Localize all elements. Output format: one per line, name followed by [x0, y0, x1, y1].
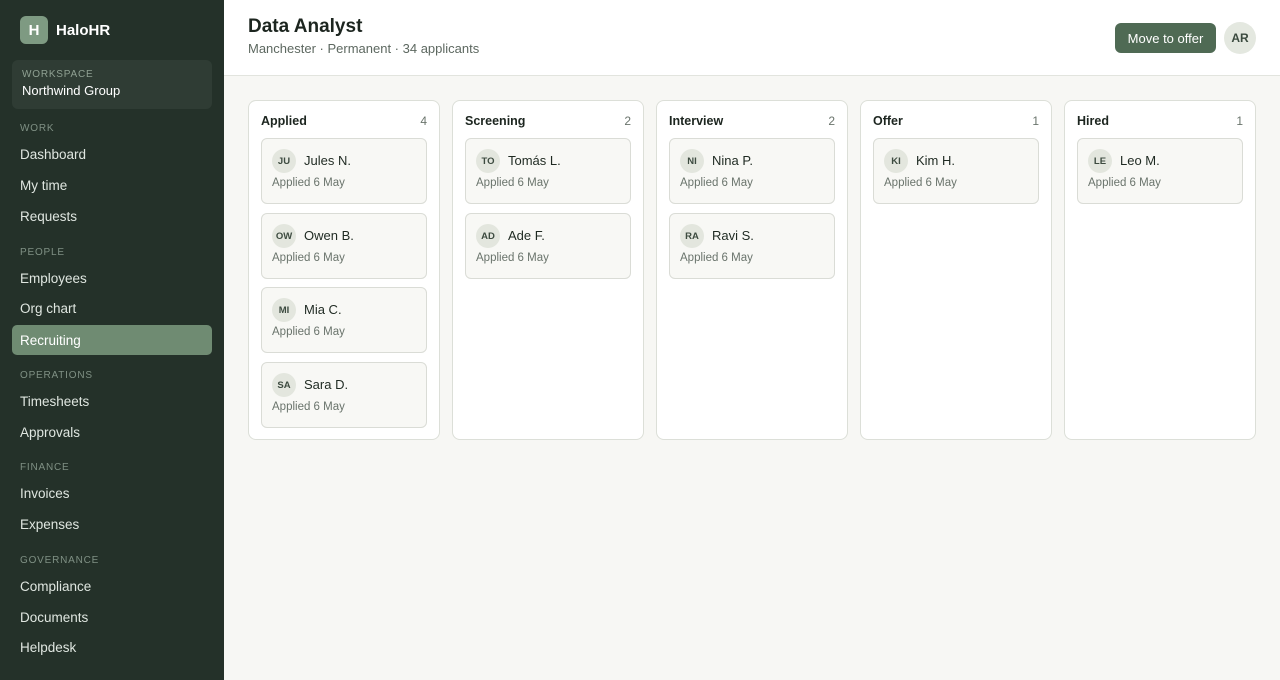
column-count: 1	[1032, 114, 1039, 128]
candidate-avatar: SA	[272, 373, 296, 397]
sidebar-item-my-time[interactable]: My time	[12, 170, 212, 200]
candidate-card[interactable]: NI Nina P. Applied 6 May	[669, 138, 835, 204]
candidate-avatar: KI	[884, 149, 908, 173]
workspace-switcher[interactable]: WORKSPACE Northwind Group	[12, 60, 212, 109]
candidate-name: Owen B.	[304, 228, 354, 243]
move-to-offer-button[interactable]: Move to offer	[1115, 23, 1216, 53]
candidate-avatar: LE	[1088, 149, 1112, 173]
candidate-applied-date: Applied 6 May	[680, 252, 753, 264]
candidate-applied-date: Applied 6 May	[680, 177, 753, 189]
sidebar-item-helpdesk[interactable]: Helpdesk	[12, 632, 212, 662]
sidebar-item-approvals[interactable]: Approvals	[12, 417, 212, 447]
sidebar-item-timesheets[interactable]: Timesheets	[12, 386, 212, 416]
candidate-name: Leo M.	[1120, 153, 1160, 168]
workspace-name: Northwind Group	[22, 83, 121, 98]
nav-section-governance: GOVERNANCE	[20, 555, 100, 566]
candidate-applied-date: Applied 6 May	[272, 326, 345, 338]
sidebar-item-recruiting[interactable]: Recruiting	[12, 325, 212, 355]
candidate-avatar: OW	[272, 224, 296, 248]
candidate-name: Sara D.	[304, 377, 349, 392]
column-applied: Applied 4 JU Jules N. Applied 6 May OW O…	[248, 100, 440, 440]
candidate-avatar: MI	[272, 298, 296, 322]
page-title: Data Analyst	[248, 16, 363, 37]
column-screening: Screening 2 TO Tomás L. Applied 6 May AD…	[452, 100, 644, 440]
workspace-label: WORKSPACE	[22, 69, 94, 80]
sidebar-item-invoices[interactable]: Invoices	[12, 478, 212, 508]
sidebar-item-expenses[interactable]: Expenses	[12, 509, 212, 539]
brand-name: HaloHR	[56, 21, 111, 39]
candidate-applied-date: Applied 6 May	[272, 177, 345, 189]
candidate-name: Jules N.	[304, 153, 351, 168]
sidebar-item-compliance[interactable]: Compliance	[12, 571, 212, 601]
candidate-avatar: JU	[272, 149, 296, 173]
candidate-applied-date: Applied 6 May	[476, 177, 549, 189]
column-title: Applied	[261, 114, 307, 128]
candidate-card[interactable]: TO Tomás L. Applied 6 May	[465, 138, 631, 204]
candidate-applied-date: Applied 6 May	[272, 401, 345, 413]
candidate-card[interactable]: JU Jules N. Applied 6 May	[261, 138, 427, 204]
candidate-card[interactable]: RA Ravi S. Applied 6 May	[669, 213, 835, 279]
candidate-card[interactable]: OW Owen B. Applied 6 May	[261, 213, 427, 279]
candidate-name: Mia C.	[304, 302, 342, 317]
page-subtitle: Manchester · Permanent · 34 applicants	[248, 41, 480, 56]
nav-section-operations: OPERATIONS	[20, 370, 93, 381]
page-header: Data Analyst Manchester · Permanent · 34…	[224, 0, 1280, 76]
column-interview: Interview 2 NI Nina P. Applied 6 May RA …	[656, 100, 848, 440]
brand[interactable]: H HaloHR	[20, 16, 110, 44]
candidate-applied-date: Applied 6 May	[1088, 177, 1161, 189]
nav-section-finance: FINANCE	[20, 462, 70, 473]
candidate-applied-date: Applied 6 May	[476, 252, 549, 264]
candidate-card[interactable]: KI Kim H. Applied 6 May	[873, 138, 1039, 204]
candidate-avatar: AD	[476, 224, 500, 248]
sidebar-item-requests[interactable]: Requests	[12, 201, 212, 231]
sidebar-item-documents[interactable]: Documents	[12, 602, 212, 632]
column-count: 2	[624, 114, 631, 128]
brand-logo: H	[20, 16, 48, 44]
candidate-applied-date: Applied 6 May	[884, 177, 957, 189]
candidate-name: Nina P.	[712, 153, 753, 168]
candidate-card[interactable]: MI Mia C. Applied 6 May	[261, 287, 427, 353]
candidate-card[interactable]: AD Ade F. Applied 6 May	[465, 213, 631, 279]
candidate-applied-date: Applied 6 May	[272, 252, 345, 264]
candidate-card[interactable]: LE Leo M. Applied 6 May	[1077, 138, 1243, 204]
candidate-name: Tomás L.	[508, 153, 561, 168]
sidebar-item-dashboard[interactable]: Dashboard	[12, 139, 212, 169]
sidebar-item-org-chart[interactable]: Org chart	[12, 293, 212, 323]
column-title: Offer	[873, 114, 903, 128]
column-title: Hired	[1077, 114, 1109, 128]
column-title: Interview	[669, 114, 724, 128]
column-count: 1	[1236, 114, 1243, 128]
nav-section-work: WORK	[20, 123, 55, 134]
candidate-avatar: TO	[476, 149, 500, 173]
column-title: Screening	[465, 114, 526, 128]
column-count: 2	[828, 114, 835, 128]
user-avatar[interactable]: AR	[1224, 22, 1256, 54]
candidate-card[interactable]: SA Sara D. Applied 6 May	[261, 362, 427, 428]
candidate-avatar: RA	[680, 224, 704, 248]
nav-section-people: PEOPLE	[20, 247, 65, 258]
column-offer: Offer 1 KI Kim H. Applied 6 May	[860, 100, 1052, 440]
candidate-name: Kim H.	[916, 153, 955, 168]
sidebar: H HaloHR WORKSPACE Northwind Group WORK …	[0, 0, 224, 680]
candidate-name: Ade F.	[508, 228, 545, 243]
column-count: 4	[420, 114, 427, 128]
candidate-name: Ravi S.	[712, 228, 754, 243]
candidate-avatar: NI	[680, 149, 704, 173]
sidebar-item-employees[interactable]: Employees	[12, 263, 212, 293]
column-hired: Hired 1 LE Leo M. Applied 6 May	[1064, 100, 1256, 440]
